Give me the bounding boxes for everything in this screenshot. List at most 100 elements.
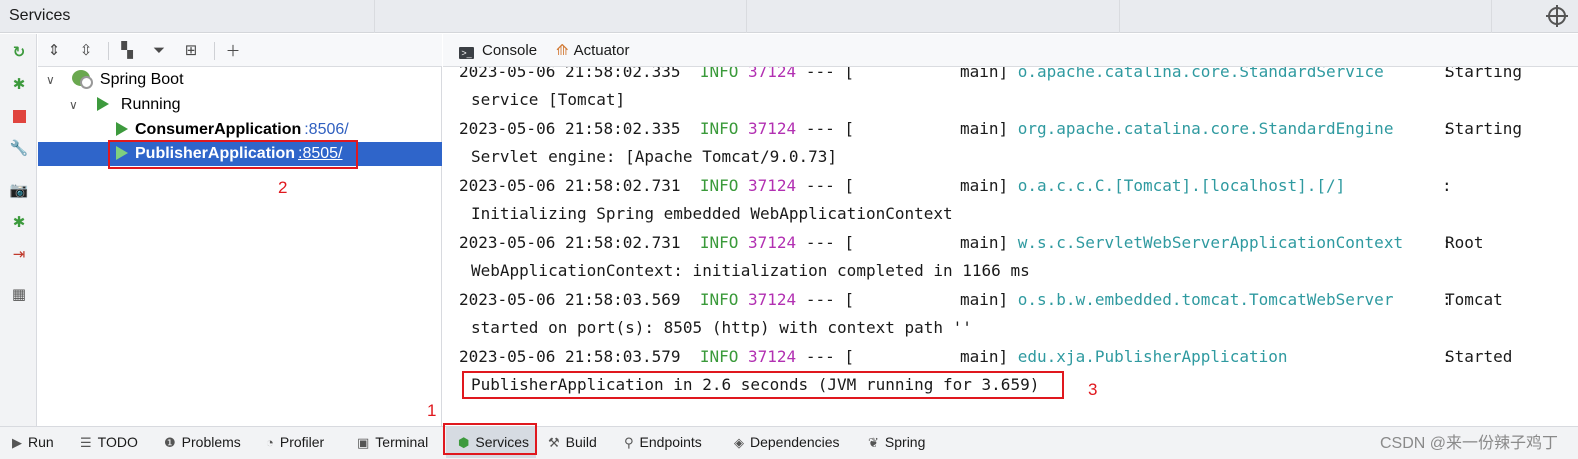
log-separator: --- bbox=[805, 67, 835, 81]
log-thread: [ main] bbox=[844, 176, 1009, 195]
tool-tab-problems[interactable]: ❶ Problems bbox=[164, 427, 260, 458]
log-pid: 37124 bbox=[748, 119, 797, 138]
tool-tab-build[interactable]: ⚒ Build bbox=[548, 427, 616, 458]
log-line: 2023-05-06 21:58:03.579 INFO 37124 --- [… bbox=[459, 347, 1512, 366]
annotation-box-3 bbox=[462, 371, 1064, 399]
tool-tab-spring[interactable]: ❦ Spring bbox=[868, 427, 940, 458]
log-message: Tomcat bbox=[1445, 290, 1503, 309]
filter-icon[interactable]: ⏷ bbox=[148, 40, 170, 60]
tool-tab-terminal[interactable]: ▣ Terminal bbox=[357, 427, 441, 458]
endpoints-icon: ⚲ bbox=[624, 435, 634, 450]
log-colon: : bbox=[1442, 176, 1452, 195]
window-title: Services bbox=[9, 7, 71, 24]
tool-tab-label: Terminal bbox=[375, 434, 429, 450]
problems-icon: ❶ bbox=[164, 435, 176, 450]
log-line: 2023-05-06 21:58:02.731 INFO 37124 --- [… bbox=[459, 233, 1484, 252]
log-timestamp: 2023-05-06 21:58:02.335 bbox=[459, 119, 681, 138]
log-continuation: started on port(s): 8505 (http) with con… bbox=[471, 318, 972, 337]
log-separator: --- bbox=[805, 119, 835, 138]
log-thread: [ main] bbox=[844, 119, 1009, 138]
stop-icon[interactable] bbox=[9, 106, 29, 126]
rerun-icon[interactable]: ↻ bbox=[9, 42, 29, 62]
log-logger: o.apache.catalina.core.StandardService bbox=[1017, 67, 1384, 81]
annotation-label-2: 2 bbox=[278, 178, 288, 197]
new-tab-icon[interactable]: ⊞ bbox=[180, 40, 202, 60]
log-logger: o.a.c.c.C.[Tomcat].[localhost].[/] bbox=[1017, 176, 1346, 195]
log-level: INFO bbox=[699, 347, 739, 366]
tool-tab-endpoints[interactable]: ⚲ Endpoints bbox=[624, 427, 728, 458]
log-separator: --- bbox=[805, 176, 835, 195]
tree-node-spring-boot[interactable]: ∨ Spring Boot bbox=[46, 68, 184, 92]
dependencies-icon: ◈ bbox=[734, 435, 744, 450]
tree-node-running[interactable]: ∨ Running bbox=[69, 93, 181, 117]
group-icon[interactable]: ▚ bbox=[116, 40, 138, 60]
log-thread: [ main] bbox=[844, 347, 1009, 366]
debug-icon[interactable]: ✱ bbox=[9, 74, 29, 94]
app-port-link[interactable]: :8506/ bbox=[304, 121, 348, 138]
tool-tab-label: Build bbox=[565, 434, 597, 450]
tool-tab-profiler[interactable]: ◔ Profiler bbox=[266, 427, 350, 458]
log-pid: 37124 bbox=[748, 67, 797, 81]
watermark: CSDN @来一份辣子鸡丁 bbox=[1379, 435, 1558, 452]
log-logger: w.s.c.ServletWebServerApplicationContext bbox=[1017, 233, 1404, 252]
log-continuation: Servlet engine: [Apache Tomcat/9.0.73] bbox=[471, 147, 838, 166]
tool-tab-todo[interactable]: ☰ TODO bbox=[80, 427, 156, 458]
chevron-down-icon[interactable]: ∨ bbox=[69, 93, 81, 117]
layout-icon[interactable]: ▦ bbox=[9, 284, 29, 304]
tool-tab-run[interactable]: ▶ Run bbox=[12, 427, 72, 458]
expand-all-icon[interactable]: ⇕ bbox=[43, 40, 65, 60]
console-tab-bar: >_ Console ⟰ Actuator bbox=[443, 34, 1578, 67]
log-level: INFO bbox=[699, 67, 739, 81]
run-icon bbox=[116, 122, 128, 136]
log-line: 2023-05-06 21:58:02.335 INFO 37124 --- [… bbox=[459, 67, 1522, 81]
tool-tab-label: Spring bbox=[884, 434, 926, 450]
tool-tab-label: Dependencies bbox=[750, 434, 840, 450]
log-logger: org.apache.catalina.core.StandardEngine bbox=[1017, 119, 1394, 138]
log-level: INFO bbox=[699, 119, 739, 138]
exit-icon[interactable]: ⇥ bbox=[9, 244, 29, 264]
todo-icon: ☰ bbox=[80, 435, 92, 450]
annotation-label-1: 1 bbox=[427, 401, 437, 420]
crosshair-icon[interactable] bbox=[1546, 5, 1568, 27]
title-bar: Services bbox=[0, 0, 1578, 33]
tree-node-label: Running bbox=[120, 96, 181, 113]
spring-icon: ❦ bbox=[868, 435, 879, 450]
tree-node-consumer-application[interactable]: ConsumerApplication:8506/ bbox=[116, 118, 349, 142]
title-divider bbox=[374, 0, 375, 33]
log-message: Started bbox=[1445, 347, 1513, 366]
log-thread: [ main] bbox=[844, 67, 1009, 81]
tab-console[interactable]: >_ Console bbox=[459, 34, 537, 67]
log-logger: o.s.b.w.embedded.tomcat.TomcatWebServer bbox=[1017, 290, 1394, 309]
log-level: INFO bbox=[699, 233, 739, 252]
services-tree-toolbar: ⇕ ⇳ ▚ ⏷ ⊞ ＋ bbox=[38, 34, 442, 67]
log-timestamp: 2023-05-06 21:58:02.731 bbox=[459, 233, 681, 252]
add-icon[interactable]: ＋ bbox=[222, 40, 244, 60]
tab-label: Console bbox=[482, 42, 538, 59]
debug-settings-icon[interactable]: ✱ bbox=[9, 212, 29, 232]
log-logger: edu.xja.PublisherApplication bbox=[1017, 347, 1288, 366]
log-line: 2023-05-06 21:58:02.731 INFO 37124 --- [… bbox=[459, 176, 1452, 195]
annotation-label-3: 3 bbox=[1088, 380, 1098, 399]
title-divider bbox=[1491, 0, 1492, 33]
log-pid: 37124 bbox=[748, 176, 797, 195]
log-timestamp: 2023-05-06 21:58:03.569 bbox=[459, 290, 681, 309]
tree-node-label: Spring Boot bbox=[99, 71, 184, 88]
wrench-icon[interactable]: 🔧 bbox=[9, 138, 29, 158]
camera-icon[interactable]: 📷 bbox=[9, 180, 29, 200]
tool-tab-dependencies[interactable]: ◈ Dependencies bbox=[734, 427, 860, 458]
log-separator: --- bbox=[805, 290, 835, 309]
log-timestamp: 2023-05-06 21:58:02.731 bbox=[459, 176, 681, 195]
app-name: ConsumerApplication bbox=[135, 121, 302, 138]
log-timestamp: 2023-05-06 21:58:03.579 bbox=[459, 347, 681, 366]
title-divider bbox=[746, 0, 747, 33]
log-thread: [ main] bbox=[844, 233, 1009, 252]
annotation-box-2 bbox=[108, 140, 358, 169]
log-message: Starting bbox=[1445, 119, 1523, 138]
tool-tab-label: TODO bbox=[97, 434, 138, 450]
tab-actuator[interactable]: ⟰ Actuator bbox=[556, 34, 629, 67]
log-continuation: service [Tomcat] bbox=[471, 90, 626, 109]
chevron-down-icon[interactable]: ∨ bbox=[46, 68, 58, 92]
title-divider bbox=[1119, 0, 1120, 33]
console-icon: >_ bbox=[459, 47, 474, 59]
collapse-all-icon[interactable]: ⇳ bbox=[75, 40, 97, 60]
